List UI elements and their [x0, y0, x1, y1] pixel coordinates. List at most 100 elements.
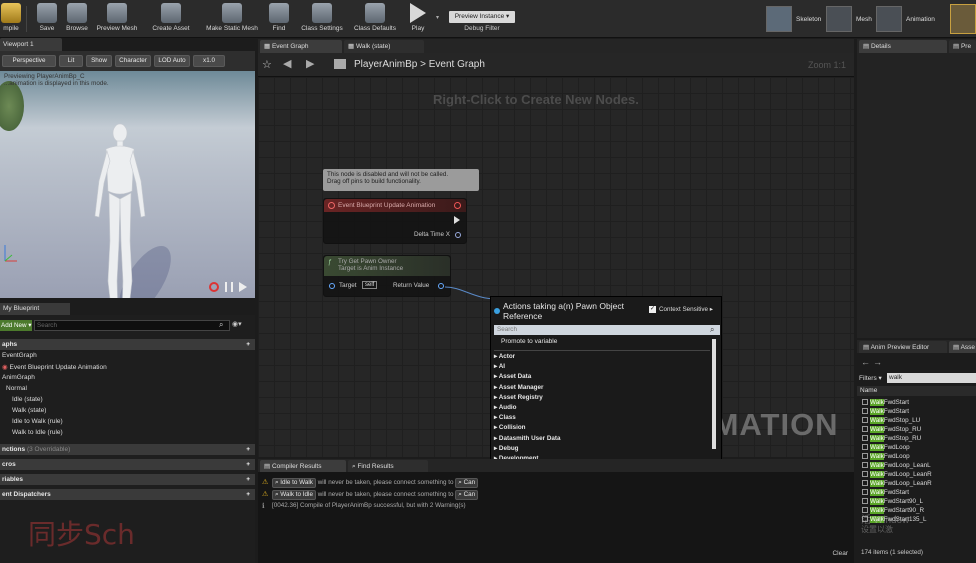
play-button[interactable]: Play [404, 3, 432, 36]
action-search-input[interactable]: Search [494, 325, 720, 335]
add-dispatcher-plus-icon[interactable]: + [246, 489, 250, 500]
asset-row[interactable]: WalkFwdStart [862, 408, 909, 415]
section-functions[interactable]: nctions (3 Overridable) + [0, 444, 255, 455]
asset-row[interactable]: WalkFwdLoop_LeanR [862, 480, 932, 487]
make-static-mesh-button[interactable]: Make Static Mesh [202, 3, 262, 36]
context-sensitive-checkbox[interactable]: ✓ [649, 306, 656, 313]
create-asset-button[interactable]: Create Asset [149, 3, 193, 36]
tab-walk-state[interactable]: ▦ Walk (state) [344, 40, 424, 53]
asset-browser-panel: ← → Filters ▾ walk Name WalkFwdStart Walk… [857, 353, 976, 563]
next-frame-button-icon[interactable] [239, 282, 247, 292]
asset-row[interactable]: WalkFwdStop_RU [862, 426, 921, 433]
exec-out-pin-icon[interactable] [454, 216, 460, 224]
debug-object-select[interactable]: Preview Instance ▾ [449, 11, 515, 23]
class-defaults-button[interactable]: Class Defaults [350, 3, 400, 36]
asset-row[interactable]: WalkFwdLoop [862, 444, 910, 451]
tab-event-graph[interactable]: ▦ Event Graph [260, 40, 342, 53]
tree-item-normal[interactable]: Normal [6, 385, 27, 392]
section-macros[interactable]: cros + [0, 459, 255, 470]
category-item[interactable]: ▸ AI [494, 363, 505, 370]
promote-to-variable-item[interactable]: Promote to variable [501, 338, 557, 345]
play-options-chevron-icon[interactable]: ▾ [436, 14, 439, 21]
asset-row[interactable]: WalkFwdLoop [862, 453, 910, 460]
preview-mesh-button[interactable]: Preview Mesh [94, 3, 140, 36]
category-item[interactable]: ▸ Asset Data [494, 373, 531, 380]
viewport-tab[interactable]: Viewport 1 [0, 38, 62, 51]
node-link[interactable]: ⌕ Can [455, 478, 479, 488]
category-item[interactable]: ▸ Debug [494, 445, 519, 452]
tree-item-idle-to-walk[interactable]: Idle to Walk (rule) [12, 418, 63, 425]
forward-arrow-icon[interactable]: ▶ [306, 57, 314, 70]
category-item[interactable]: ▸ Datasmith User Data [494, 435, 561, 442]
delegate-pin-icon[interactable] [454, 202, 461, 209]
breadcrumb-root[interactable]: PlayerAnimBp [354, 59, 417, 70]
add-new-button[interactable]: Add New ▾ [0, 320, 32, 331]
anim-sequence-icon [862, 435, 868, 441]
category-item[interactable]: ▸ Actor [494, 353, 515, 360]
category-item[interactable]: ▸ Asset Manager [494, 384, 543, 391]
asset-row[interactable]: WalkFwdLoop_LeanL [862, 462, 931, 469]
preview-viewport[interactable]: Previewing PlayerAnimBp_C ...animation i… [0, 71, 255, 298]
section-graphs[interactable]: aphs + [0, 339, 255, 350]
my-blueprint-tab[interactable]: My Blueprint [0, 303, 70, 315]
back-arrow-icon[interactable]: ← [861, 357, 870, 367]
tree-item-idle-state[interactable]: Idle (state) [12, 396, 43, 403]
mode-blueprint-icon[interactable] [950, 4, 976, 34]
node-event-update-animation[interactable]: Event Blueprint Update Animation Delta T… [323, 198, 467, 244]
asset-row[interactable]: WalkFwdStart90_L [862, 498, 923, 505]
compile-button[interactable]: mpile [0, 3, 22, 36]
perspective-button[interactable]: Perspective [2, 55, 56, 67]
category-item[interactable]: ▸ Asset Registry [494, 394, 543, 401]
tab-preview[interactable]: ▤ Pre [949, 40, 976, 53]
section-variables[interactable]: riables + [0, 474, 255, 485]
save-button[interactable]: Save [35, 3, 59, 36]
tree-item-walk-to-idle[interactable]: Walk to Idle (rule) [12, 429, 63, 436]
section-functions-label: nctions [2, 446, 26, 453]
asset-row[interactable]: WalkFwdLoop_LeanR [862, 471, 932, 478]
target-pin-icon[interactable] [329, 283, 335, 289]
filters-dropdown[interactable]: Filters ▾ [859, 374, 882, 382]
blueprint-search-input[interactable]: Search [34, 320, 230, 331]
forward-arrow-icon[interactable]: → [873, 357, 882, 367]
category-item[interactable]: ▸ Class [494, 414, 516, 421]
record-button-icon[interactable] [209, 282, 219, 292]
tree-item-update-animation[interactable]: ◉ Event Blueprint Update Animation [2, 363, 107, 371]
add-graph-plus-icon[interactable]: + [246, 339, 250, 350]
browse-button[interactable]: Browse [63, 3, 91, 36]
favorite-star-icon[interactable]: ☆ [262, 58, 272, 71]
lit-button[interactable]: Lit [59, 55, 83, 67]
pause-button-icon[interactable] [225, 282, 233, 292]
add-function-plus-icon[interactable]: + [246, 444, 250, 455]
find-button[interactable]: Find [265, 3, 293, 36]
column-header-name[interactable]: Name [857, 386, 976, 396]
tree-item-walk-state[interactable]: Walk (state) [12, 407, 46, 414]
node-link[interactable]: ⌕ Walk to Idle [272, 490, 316, 500]
add-macro-plus-icon[interactable]: + [246, 459, 250, 470]
add-variable-plus-icon[interactable]: + [246, 474, 250, 485]
context-menu-scrollbar[interactable] [712, 339, 716, 449]
playback-speed-button[interactable]: x1.0 [193, 55, 225, 67]
asset-row[interactable]: WalkFwdStop_RU [862, 435, 921, 442]
tree-item-eventgraph[interactable]: EventGraph [2, 352, 37, 359]
section-event-dispatchers[interactable]: ent Dispatchers + [0, 489, 255, 500]
asset-row[interactable]: WalkFwdStop_LU [862, 417, 920, 424]
character-button[interactable]: Character [115, 55, 151, 67]
node-try-get-pawn-owner[interactable]: Try Get Pawn Owner Target is Anim Instan… [323, 255, 451, 297]
asset-row[interactable]: WalkFwdStart [862, 399, 909, 406]
class-settings-button[interactable]: Class Settings [298, 3, 346, 36]
asset-row[interactable]: WalkFwdStart [862, 489, 909, 496]
tab-details[interactable]: ▤ Details [859, 40, 947, 53]
delta-time-pin-icon[interactable] [455, 232, 461, 238]
category-item[interactable]: ▸ Audio [494, 404, 517, 411]
tree-item-animgraph[interactable]: AnimGraph [2, 374, 35, 381]
node-link[interactable]: ⌕ Idle to Walk [272, 478, 316, 488]
asset-filter-input[interactable]: walk [887, 373, 976, 383]
lod-button[interactable]: LOD Auto [154, 55, 190, 67]
back-arrow-icon[interactable]: ◀ [283, 57, 291, 70]
show-button[interactable]: Show [86, 55, 112, 67]
clear-button[interactable]: Clear [832, 550, 848, 557]
category-item[interactable]: ▸ Collision [494, 424, 526, 431]
node-link[interactable]: ⌕ Can [455, 490, 479, 500]
view-options-eye-icon[interactable]: ◉▾ [232, 320, 242, 328]
context-sensitive-toggle[interactable]: Context Sensitive ▸ [659, 306, 713, 313]
